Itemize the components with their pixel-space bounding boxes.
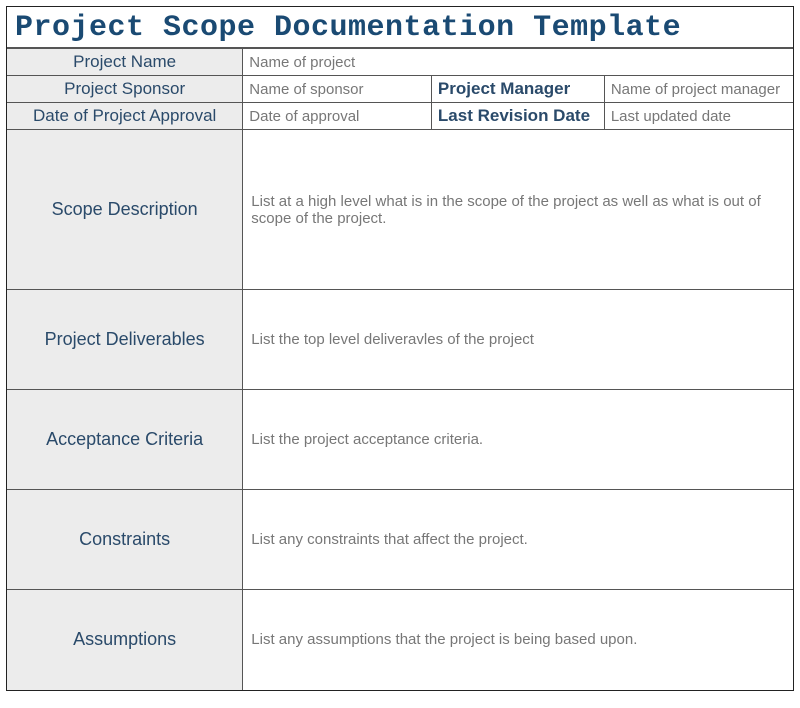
label-project-sponsor: Project Sponsor — [7, 76, 243, 103]
value-revision-date[interactable]: Last updated date — [604, 103, 793, 130]
value-scope[interactable]: List at a high level what is in the scop… — [243, 130, 793, 290]
value-constraints[interactable]: List any constraints that affect the pro… — [243, 490, 793, 590]
label-constraints: Constraints — [7, 490, 243, 590]
value-project-manager[interactable]: Name of project manager — [604, 76, 793, 103]
label-project-name: Project Name — [7, 49, 243, 76]
label-deliverables: Project Deliverables — [7, 290, 243, 390]
document-frame: Project Scope Documentation Template Pro… — [6, 6, 794, 691]
value-acceptance[interactable]: List the project acceptance criteria. — [243, 390, 793, 490]
row-constraints: Constraints List any constraints that af… — [7, 490, 793, 590]
label-scope: Scope Description — [7, 130, 243, 290]
value-assumptions[interactable]: List any assumptions that the project is… — [243, 590, 793, 690]
row-sponsor-manager: Project Sponsor Name of sponsor Project … — [7, 76, 793, 103]
row-dates: Date of Project Approval Date of approva… — [7, 103, 793, 130]
value-project-sponsor[interactable]: Name of sponsor — [243, 76, 432, 103]
document-title: Project Scope Documentation Template — [7, 7, 793, 48]
label-approval-date: Date of Project Approval — [7, 103, 243, 130]
row-assumptions: Assumptions List any assumptions that th… — [7, 590, 793, 690]
value-deliverables[interactable]: List the top level deliveravles of the p… — [243, 290, 793, 390]
form-table: Project Name Name of project Project Spo… — [7, 48, 793, 690]
row-project-name: Project Name Name of project — [7, 49, 793, 76]
label-project-manager: Project Manager — [431, 76, 604, 103]
label-acceptance: Acceptance Criteria — [7, 390, 243, 490]
row-scope: Scope Description List at a high level w… — [7, 130, 793, 290]
value-project-name[interactable]: Name of project — [243, 49, 793, 76]
row-acceptance: Acceptance Criteria List the project acc… — [7, 390, 793, 490]
label-assumptions: Assumptions — [7, 590, 243, 690]
label-revision-date: Last Revision Date — [431, 103, 604, 130]
value-approval-date[interactable]: Date of approval — [243, 103, 432, 130]
row-deliverables: Project Deliverables List the top level … — [7, 290, 793, 390]
